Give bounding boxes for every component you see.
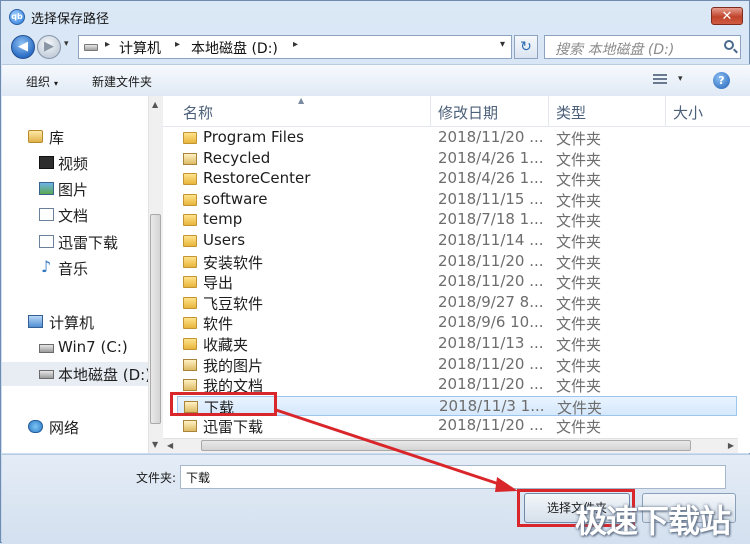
arrow-head: [495, 477, 518, 492]
annotation-arrow: [275, 408, 518, 492]
watermark: 极速下载站: [575, 502, 731, 540]
arrow-line: [275, 408, 506, 488]
